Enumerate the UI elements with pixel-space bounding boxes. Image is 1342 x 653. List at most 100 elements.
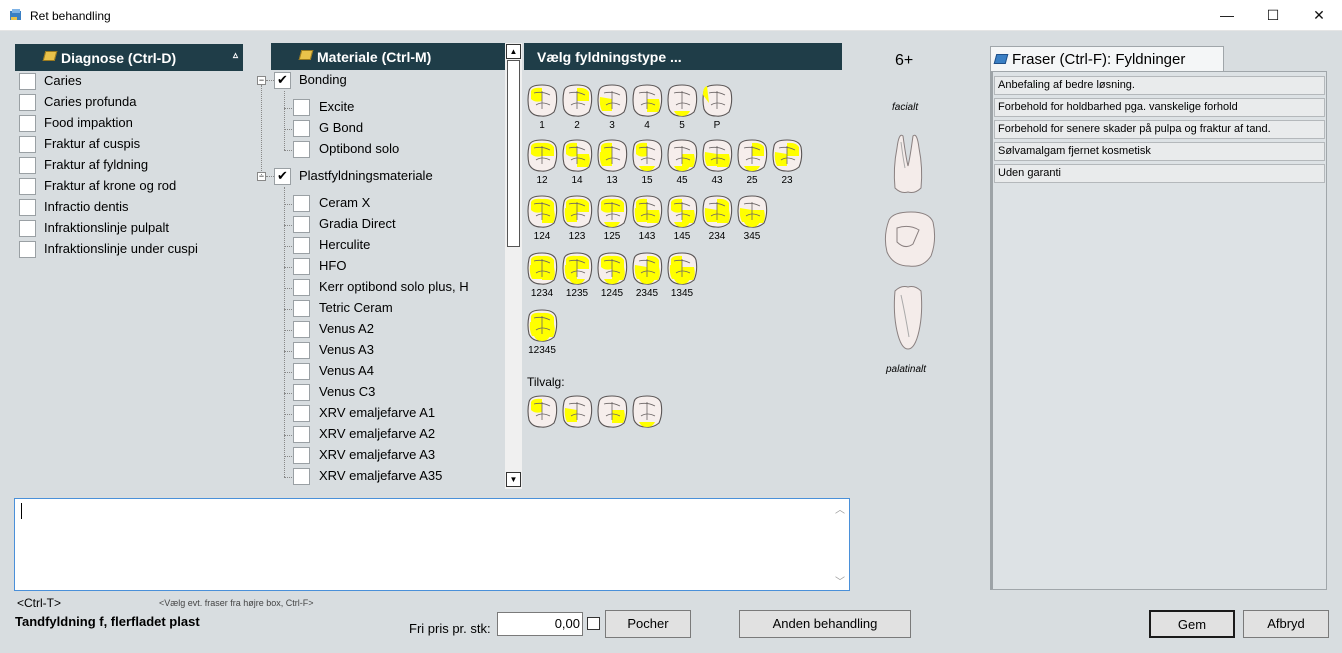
filling-type-tooth-icon[interactable]: [701, 83, 733, 117]
materiale-item-checkbox[interactable]: [293, 321, 310, 338]
materiale-item[interactable]: Excite: [255, 97, 505, 118]
scroll-up-arrow[interactable]: ▲: [506, 44, 521, 59]
diagnose-header[interactable]: Diagnose (Ctrl-D) ▵: [15, 44, 243, 71]
materiale-item[interactable]: Venus A4: [255, 361, 505, 382]
filling-type-tooth-icon[interactable]: [596, 83, 628, 117]
filling-type-tooth-icon[interactable]: [631, 138, 663, 172]
filling-type-tooth-icon[interactable]: [631, 251, 663, 285]
materiale-item[interactable]: XRV emaljefarve A2: [255, 424, 505, 445]
filling-type-tooth-icon[interactable]: [561, 138, 593, 172]
filling-type-tooth-icon[interactable]: [596, 251, 628, 285]
materiale-item-checkbox[interactable]: [293, 141, 310, 158]
filling-type-tooth-icon[interactable]: [526, 308, 558, 342]
price-input[interactable]: 0,00: [497, 612, 583, 636]
filling-type-tooth-icon[interactable]: [666, 138, 698, 172]
tilvalg-tooth-icon[interactable]: [526, 394, 558, 428]
phrase-item[interactable]: Anbefaling af bedre løsning.: [994, 76, 1325, 95]
tab-fraser[interactable]: Fraser (Ctrl-F): Fyldninger: [990, 46, 1224, 72]
tilvalg-tooth-icon[interactable]: [631, 394, 663, 428]
tooth-facial-icon[interactable]: [889, 128, 927, 196]
materiale-item[interactable]: HFO: [255, 256, 505, 277]
materiale-group[interactable]: − Bonding: [255, 70, 505, 91]
phrase-item[interactable]: Forbehold for holdbarhed pga. vanskelige…: [994, 98, 1325, 117]
materiale-item-checkbox[interactable]: [293, 447, 310, 464]
materiale-item-checkbox[interactable]: [293, 468, 310, 485]
materiale-item[interactable]: G Bond: [255, 118, 505, 139]
materiale-item-checkbox[interactable]: [293, 363, 310, 380]
materiale-item-checkbox[interactable]: [293, 216, 310, 233]
diagnose-checkbox[interactable]: [19, 220, 36, 237]
filling-type-tooth-icon[interactable]: [596, 194, 628, 228]
filling-type-tooth-icon[interactable]: [596, 138, 628, 172]
filling-type-tooth-icon[interactable]: [666, 251, 698, 285]
anden-behandling-button[interactable]: Anden behandling: [739, 610, 911, 638]
sort-icon[interactable]: ▵: [233, 50, 238, 61]
diagnose-checkbox[interactable]: [19, 178, 36, 195]
filling-type-tooth-icon[interactable]: [736, 194, 768, 228]
materiale-group-checkbox[interactable]: [274, 72, 291, 89]
materiale-item[interactable]: Venus A3: [255, 340, 505, 361]
filling-type-tooth-icon[interactable]: [701, 138, 733, 172]
materiale-item[interactable]: XRV emaljefarve A1: [255, 403, 505, 424]
filling-type-tooth-icon[interactable]: [771, 138, 803, 172]
materiale-item-checkbox[interactable]: [293, 279, 310, 296]
filling-type-tooth-icon[interactable]: [666, 83, 698, 117]
materiale-item-checkbox[interactable]: [293, 120, 310, 137]
materiale-group[interactable]: −Plastfyldningsmateriale: [255, 166, 505, 187]
filling-type-tooth-icon[interactable]: [561, 83, 593, 117]
scroll-thumb[interactable]: [507, 60, 520, 247]
filling-type-tooth-icon[interactable]: [666, 194, 698, 228]
materiale-item[interactable]: Ceram X: [255, 193, 505, 214]
materiale-item[interactable]: Venus A2: [255, 319, 505, 340]
scroll-down-arrow[interactable]: ▼: [506, 472, 521, 487]
price-checkbox[interactable]: [587, 617, 600, 630]
phrase-item[interactable]: Forbehold for senere skader på pulpa og …: [994, 120, 1325, 139]
tilvalg-tooth-icon[interactable]: [561, 394, 593, 428]
materiale-item-checkbox[interactable]: [293, 405, 310, 422]
diagnose-checkbox[interactable]: [19, 136, 36, 153]
materiale-group-checkbox[interactable]: [274, 168, 291, 185]
minimize-button[interactable]: —: [1204, 0, 1250, 31]
diagnose-checkbox[interactable]: [19, 115, 36, 132]
diagnose-checkbox[interactable]: [19, 94, 36, 111]
filling-type-tooth-icon[interactable]: [736, 138, 768, 172]
close-button[interactable]: ✕: [1296, 0, 1342, 31]
materiale-scrollbar[interactable]: ▲ ▼: [505, 43, 522, 489]
materiale-item-checkbox[interactable]: [293, 99, 310, 116]
tilvalg-tooth-icon[interactable]: [596, 394, 628, 428]
pocher-button[interactable]: Pocher: [605, 610, 691, 638]
materiale-item-checkbox[interactable]: [293, 426, 310, 443]
maximize-button[interactable]: ☐: [1250, 0, 1296, 31]
diagnose-checkbox[interactable]: [19, 73, 36, 90]
materiale-item-checkbox[interactable]: [293, 384, 310, 401]
materiale-item-checkbox[interactable]: [293, 342, 310, 359]
filling-type-tooth-icon[interactable]: [561, 251, 593, 285]
materiale-item-checkbox[interactable]: [293, 258, 310, 275]
materiale-header[interactable]: Materiale (Ctrl-M): [271, 43, 505, 70]
phrase-item[interactable]: Sølvamalgam fjernet kosmetisk: [994, 142, 1325, 161]
filling-type-tooth-icon[interactable]: [701, 194, 733, 228]
materiale-item[interactable]: Herculite: [255, 235, 505, 256]
materiale-item[interactable]: Optibond solo: [255, 139, 505, 160]
diagnose-checkbox[interactable]: [19, 241, 36, 258]
notes-scroll-up[interactable]: ︿: [835, 501, 845, 516]
materiale-item[interactable]: XRV emaljefarve A35: [255, 466, 505, 487]
collapse-icon[interactable]: −: [257, 76, 266, 85]
filling-type-tooth-icon[interactable]: [561, 194, 593, 228]
notes-scroll-down[interactable]: ﹀: [835, 573, 845, 588]
materiale-item-checkbox[interactable]: [293, 300, 310, 317]
materiale-item-checkbox[interactable]: [293, 237, 310, 254]
notes-textarea[interactable]: ︿ ﹀: [14, 498, 850, 591]
diagnose-checkbox[interactable]: [19, 157, 36, 174]
materiale-item[interactable]: Gradia Direct: [255, 214, 505, 235]
materiale-item[interactable]: XRV emaljefarve A3: [255, 445, 505, 466]
materiale-item-checkbox[interactable]: [293, 195, 310, 212]
filling-type-tooth-icon[interactable]: [526, 138, 558, 172]
phrase-item[interactable]: Uden garanti: [994, 164, 1325, 183]
filling-type-tooth-icon[interactable]: [526, 83, 558, 117]
filling-type-tooth-icon[interactable]: [526, 251, 558, 285]
materiale-item[interactable]: Kerr optibond solo plus, H: [255, 277, 505, 298]
tooth-palatinal-icon[interactable]: [889, 283, 927, 351]
afbryd-button[interactable]: Afbryd: [1243, 610, 1329, 638]
filling-type-tooth-icon[interactable]: [526, 194, 558, 228]
